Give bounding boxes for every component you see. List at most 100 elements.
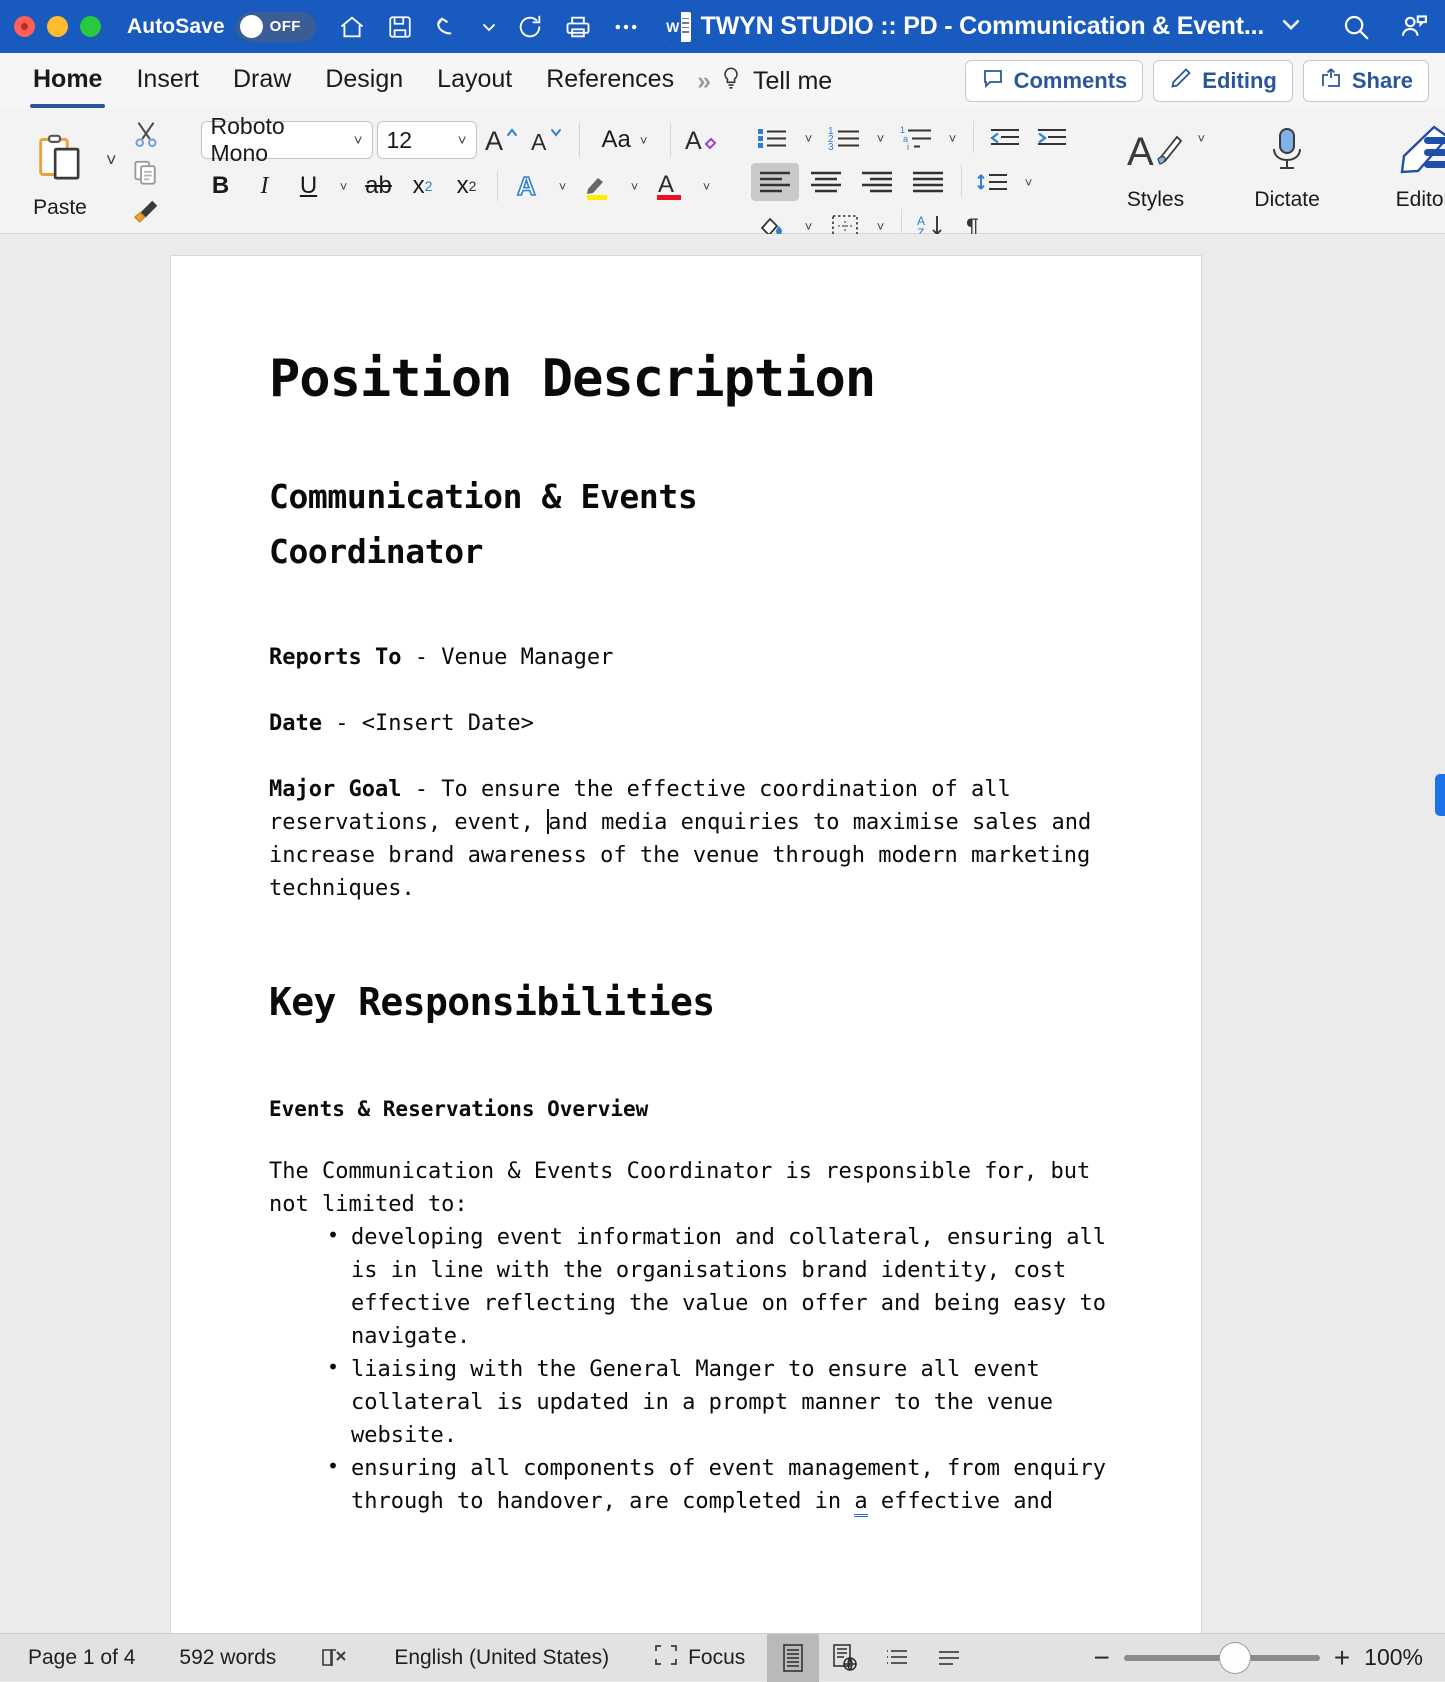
page-indicator[interactable]: Page 1 of 4 — [18, 1634, 157, 1682]
outline-view-icon[interactable] — [871, 1634, 923, 1682]
italic-button[interactable]: I — [245, 167, 285, 205]
tab-references[interactable]: References — [529, 59, 691, 104]
quick-access-toolbar — [337, 12, 641, 42]
minimize-window-button[interactable] — [47, 16, 68, 37]
multilevel-list-icon[interactable]: 1ai — [895, 119, 939, 157]
svg-text:i: i — [907, 142, 909, 152]
decrease-indent-icon[interactable] — [983, 119, 1027, 157]
highlight-color-chevron-icon[interactable]: ˅ — [624, 167, 646, 205]
document-title-group[interactable]: W TWYN STUDIO :: PD - Communication & Ev… — [665, 12, 1302, 42]
line-spacing-chevron-icon[interactable]: ˅ — [1018, 163, 1040, 201]
document-side-indicator[interactable] — [1435, 774, 1445, 816]
title-dropdown-chevron-icon[interactable] — [1280, 13, 1302, 40]
grammar-error-word[interactable]: a — [854, 1489, 867, 1517]
people-icon[interactable] — [1399, 12, 1429, 42]
line-spacing-icon[interactable] — [971, 163, 1015, 201]
zoom-slider-knob[interactable] — [1220, 1643, 1250, 1673]
undo-icon[interactable] — [433, 12, 463, 42]
zoom-level-label[interactable]: 100% — [1364, 1644, 1423, 1671]
zoom-slider[interactable] — [1124, 1655, 1320, 1661]
align-center-button[interactable] — [802, 163, 850, 201]
font-color-icon[interactable]: A — [650, 167, 692, 205]
increase-font-size-icon[interactable]: A — [481, 121, 523, 159]
bulleted-list-chevron-icon[interactable]: ˅ — [798, 119, 820, 157]
superscript-label: x — [457, 172, 469, 200]
text-effects-chevron-icon[interactable]: ˅ — [552, 167, 574, 205]
maximize-window-button[interactable] — [80, 16, 101, 37]
major-goal-label: Major Goal — [269, 777, 401, 802]
tab-draw[interactable]: Draw — [216, 59, 308, 104]
tell-me-button[interactable]: Tell me — [718, 65, 832, 98]
word-document-icon: W — [665, 12, 691, 42]
dictate-button[interactable]: Dictate — [1233, 113, 1341, 212]
align-left-button[interactable] — [751, 163, 799, 201]
font-name-select[interactable]: Roboto Mono ˅ — [201, 121, 373, 159]
styles-button[interactable]: A Styles — [1102, 113, 1210, 212]
paste-dropdown-chevron-icon[interactable]: ˅ — [106, 150, 117, 171]
undo-dropdown-chevron-icon[interactable] — [481, 12, 497, 42]
focus-mode-button[interactable]: Focus — [631, 1634, 767, 1682]
svg-text:A: A — [685, 127, 702, 155]
subscript-button[interactable]: x2 — [403, 167, 443, 205]
clipboard-mini-buttons — [119, 113, 173, 232]
window-controls[interactable] — [14, 16, 101, 37]
editing-mode-button[interactable]: Editing — [1153, 60, 1293, 102]
editing-label: Editing — [1202, 68, 1277, 94]
styles-chevron-icon[interactable]: ˅ — [1198, 131, 1206, 146]
font-size-select[interactable]: 12 ˅ — [377, 121, 477, 159]
print-icon[interactable] — [563, 12, 593, 42]
paste-button[interactable]: Paste — [14, 125, 106, 220]
numbered-list-chevron-icon[interactable]: ˅ — [870, 119, 892, 157]
redo-icon[interactable] — [515, 12, 545, 42]
tab-overflow-chevron-icon[interactable]: » — [697, 67, 708, 96]
underline-button[interactable]: U — [289, 167, 329, 205]
close-window-button[interactable] — [14, 16, 35, 37]
more-options-icon[interactable] — [611, 12, 641, 42]
clear-formatting-icon[interactable]: A — [681, 121, 723, 159]
increase-indent-icon[interactable] — [1030, 119, 1074, 157]
tab-home[interactable]: Home — [16, 59, 119, 104]
comments-button[interactable]: Comments — [965, 60, 1144, 102]
align-right-button[interactable] — [853, 163, 901, 201]
editor-button[interactable]: Editor — [1369, 113, 1445, 212]
home-icon[interactable] — [337, 12, 367, 42]
tab-layout[interactable]: Layout — [420, 59, 529, 104]
zoom-in-button[interactable]: + — [1334, 1642, 1350, 1674]
web-layout-view-icon[interactable] — [819, 1634, 871, 1682]
styles-icon: A — [1125, 125, 1187, 182]
superscript-button[interactable]: x2 — [447, 167, 487, 205]
underline-dropdown-chevron-icon[interactable]: ˅ — [333, 167, 355, 205]
text-effects-icon[interactable]: A — [508, 167, 548, 205]
bulleted-list-icon[interactable] — [751, 119, 795, 157]
copy-icon[interactable] — [131, 158, 161, 193]
format-painter-icon[interactable] — [131, 197, 161, 232]
document-page[interactable]: Position Description Communication & Eve… — [171, 256, 1201, 1633]
tab-insert[interactable]: Insert — [119, 59, 216, 104]
word-count-label: 592 words — [179, 1646, 276, 1670]
numbered-list-icon[interactable]: 123 — [823, 119, 867, 157]
language-indicator[interactable]: English (United States) — [372, 1634, 631, 1682]
bold-button[interactable]: B — [201, 167, 241, 205]
change-case-button[interactable]: Aa ˅ — [590, 121, 660, 159]
document-canvas[interactable]: Position Description Communication & Eve… — [0, 234, 1445, 1633]
autosave-toggle[interactable]: OFF — [236, 12, 316, 42]
multilevel-list-chevron-icon[interactable]: ˅ — [942, 119, 964, 157]
tab-design[interactable]: Design — [308, 59, 420, 104]
clipboard-icon — [31, 131, 89, 194]
highlight-color-icon[interactable] — [578, 167, 620, 205]
strikethrough-button[interactable]: ab — [359, 167, 399, 205]
word-count[interactable]: 592 words — [157, 1634, 298, 1682]
save-icon[interactable] — [385, 12, 415, 42]
document-title: TWYN STUDIO :: PD - Communication & Even… — [701, 12, 1264, 41]
cut-icon[interactable] — [131, 119, 161, 154]
search-icon[interactable] — [1341, 12, 1371, 42]
decrease-font-size-icon[interactable]: A — [527, 121, 569, 159]
justify-button[interactable] — [904, 163, 952, 201]
proofing-errors-icon[interactable] — [298, 1634, 372, 1682]
zoom-out-button[interactable]: − — [1093, 1642, 1109, 1674]
change-case-label: Aa — [602, 126, 631, 154]
font-color-chevron-icon[interactable]: ˅ — [696, 167, 718, 205]
share-button[interactable]: Share — [1303, 60, 1429, 102]
draft-view-icon[interactable] — [923, 1634, 975, 1682]
print-layout-view-icon[interactable] — [767, 1634, 819, 1682]
